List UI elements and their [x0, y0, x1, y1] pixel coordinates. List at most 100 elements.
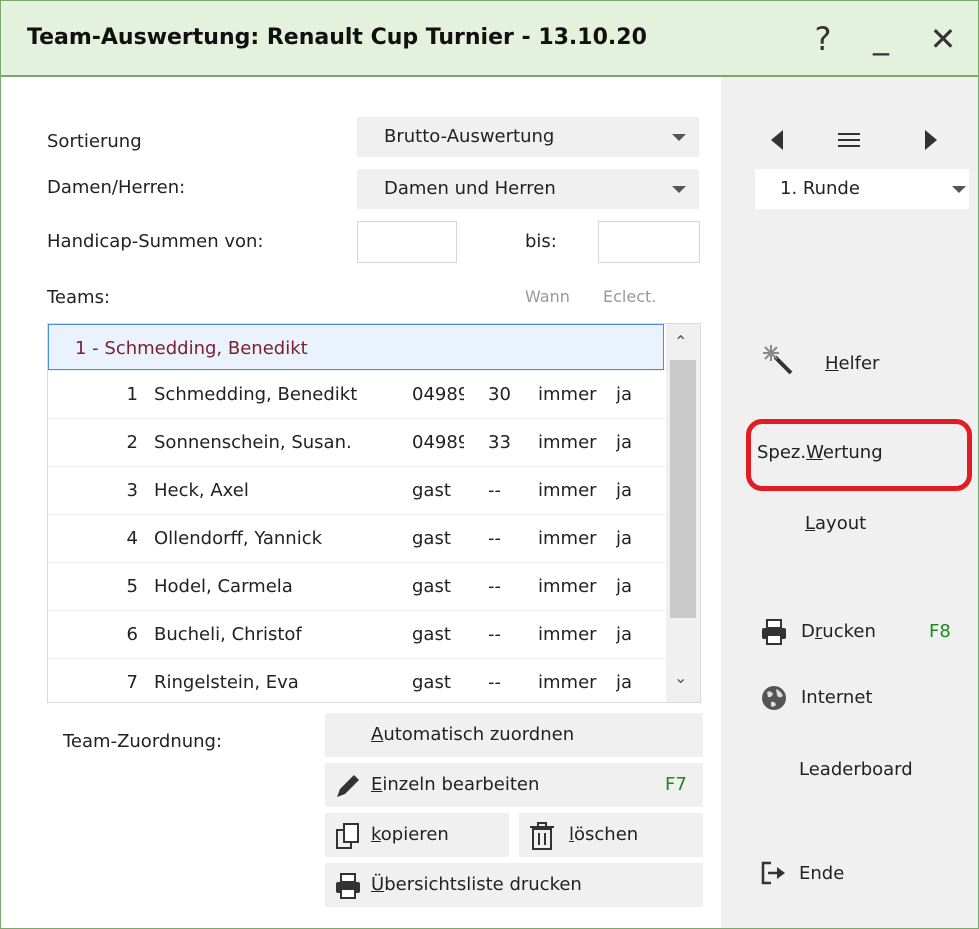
next-arrow-icon[interactable] — [917, 127, 943, 153]
scroll-up-icon[interactable]: ⌃ — [674, 332, 687, 351]
previous-arrow-icon[interactable] — [765, 127, 791, 153]
print-label-mnemonic: r — [814, 621, 823, 642]
chevron-down-icon — [952, 186, 966, 193]
magic-wand-icon — [763, 345, 793, 375]
print-shortcut: F8 — [929, 621, 951, 642]
cell-hcp: -- — [488, 672, 501, 693]
exit-icon — [761, 861, 785, 885]
cell-wann: immer — [538, 480, 597, 501]
team-member-row[interactable]: 5 Hodel, Carmela gast -- immer ja — [48, 562, 666, 611]
scrollbar-thumb[interactable] — [670, 360, 696, 618]
team-header-row[interactable]: 1 - Schmedding, Benedikt — [48, 324, 664, 370]
handicap-from-input[interactable] — [357, 221, 457, 263]
copy-button[interactable]: kopieren — [325, 813, 509, 857]
cell-num: 1 — [126, 384, 138, 405]
helper-button[interactable]: Helfer — [751, 341, 951, 385]
printer-icon — [762, 619, 786, 645]
team-member-row[interactable]: 2 Sonnenschein, Susan. 04989 33 immer ja — [48, 418, 666, 467]
cell-name: Ollendorff, Yannick — [154, 528, 323, 549]
print-overview-button[interactable]: Übersichtsliste drucken — [325, 863, 703, 907]
cell-name: Hodel, Carmela — [154, 576, 293, 597]
minimize-button[interactable]: _ — [861, 17, 901, 57]
team-member-row[interactable]: 3 Heck, Axel gast -- immer ja — [48, 466, 666, 515]
layout-button[interactable]: Layout — [805, 513, 866, 534]
cell-name: Schmedding, Benedikt — [154, 384, 358, 405]
cell-num: 3 — [126, 480, 138, 501]
list-scrollbar[interactable]: ⌃ ⌄ — [666, 324, 700, 702]
auto-assign-label-mnemonic: A — [371, 724, 384, 745]
main-panel: Sortierung Brutto-Auswertung Damen/Herre… — [1, 77, 721, 928]
cell-id: gast — [412, 528, 451, 549]
cell-hcp: -- — [488, 624, 501, 645]
title-bar: Team-Auswertung: Renault Cup Turnier - 1… — [1, 1, 978, 77]
team-member-row[interactable]: 6 Bucheli, Christof gast -- immer ja — [48, 610, 666, 659]
cell-hcp: -- — [488, 528, 501, 549]
scroll-down-icon[interactable]: ⌄ — [674, 668, 687, 687]
cell-hcp: -- — [488, 480, 501, 501]
spez-wertung-label-mnemonic: W — [806, 442, 823, 463]
gender-label: Damen/Herren: — [47, 177, 186, 198]
team-member-row[interactable]: 1 Schmedding, Benedikt 04989 30 immer ja — [48, 370, 666, 419]
delete-label-mnemonic: l — [569, 824, 575, 845]
spez-wertung-button[interactable]: Spez.Wertung — [746, 419, 972, 491]
print-label: Drucken — [801, 621, 876, 642]
handicap-label: Handicap-Summen von: — [47, 231, 264, 252]
layout-button-mnemonic: L — [805, 513, 816, 534]
window-title: Team-Auswertung: Renault Cup Turnier - 1… — [27, 25, 647, 50]
sort-select[interactable]: Brutto-Auswertung — [357, 117, 699, 157]
print-overview-label: Übersichtsliste drucken — [371, 874, 582, 895]
edit-single-label-mnemonic: E — [371, 774, 383, 795]
help-button[interactable]: ? — [803, 19, 843, 59]
end-label: Ende — [799, 863, 845, 884]
print-button[interactable]: Drucken F8 — [751, 613, 961, 653]
trash-icon — [530, 822, 554, 850]
cell-num: 2 — [126, 432, 138, 453]
cell-eclect: ja — [616, 672, 633, 693]
handicap-to-input[interactable] — [598, 221, 700, 263]
end-button[interactable]: Ende — [751, 855, 951, 895]
cell-id: gast — [412, 672, 451, 693]
cell-id: 04989 — [412, 432, 464, 453]
round-select[interactable]: 1. Runde — [755, 169, 969, 209]
cell-eclect: ja — [616, 528, 633, 549]
internet-label: Internet — [801, 687, 873, 708]
auto-assign-button[interactable]: Automatisch zuordnen — [325, 713, 703, 757]
copy-icon — [336, 823, 359, 849]
helper-label-mnemonic: H — [825, 353, 839, 374]
chevron-down-icon — [672, 134, 686, 141]
sort-select-value: Brutto-Auswertung — [384, 126, 555, 147]
spez-wertung-label: Spez.Wertung — [757, 442, 883, 463]
helper-label: Helfer — [825, 353, 880, 374]
edit-single-button[interactable]: Einzeln bearbeiten F7 — [325, 763, 703, 807]
menu-icon[interactable] — [835, 127, 863, 153]
delete-button[interactable]: löschen — [519, 813, 703, 857]
internet-button[interactable]: Internet — [751, 679, 951, 719]
team-member-row[interactable]: 4 Ollendorff, Yannick gast -- immer ja — [48, 514, 666, 563]
edit-single-shortcut: F7 — [665, 774, 687, 795]
team-member-row[interactable]: 7 Ringelstein, Eva gast -- immer ja — [48, 658, 666, 702]
team-assign-label: Team-Zuordnung: — [63, 731, 223, 752]
close-button[interactable]: ✕ — [923, 19, 963, 59]
cell-wann: immer — [538, 576, 597, 597]
sort-label: Sortierung — [47, 131, 142, 152]
gender-select[interactable]: Damen und Herren — [357, 169, 699, 209]
printer-icon — [336, 873, 360, 899]
cell-num: 4 — [126, 528, 138, 549]
cell-id: gast — [412, 480, 451, 501]
globe-icon — [762, 686, 786, 710]
cell-name: Heck, Axel — [154, 480, 249, 501]
delete-label: löschen — [569, 824, 639, 845]
cell-eclect: ja — [616, 480, 633, 501]
chevron-down-icon — [672, 186, 686, 193]
column-eclect: Eclect. — [603, 287, 657, 306]
leaderboard-button[interactable]: Leaderboard — [799, 759, 913, 780]
team-evaluation-window: Team-Auswertung: Renault Cup Turnier - 1… — [0, 0, 979, 929]
cell-name: Sonnenschein, Susan. — [154, 432, 352, 453]
gender-select-value: Damen und Herren — [384, 178, 556, 199]
cell-id: gast — [412, 624, 451, 645]
cell-wann: immer — [538, 432, 597, 453]
cell-eclect: ja — [616, 576, 633, 597]
teams-list[interactable]: 1 - Schmedding, Benedikt 1 Schmedding, Be… — [47, 323, 701, 703]
cell-wann: immer — [538, 672, 597, 693]
print-overview-label-mnemonic: Ü — [371, 874, 385, 895]
